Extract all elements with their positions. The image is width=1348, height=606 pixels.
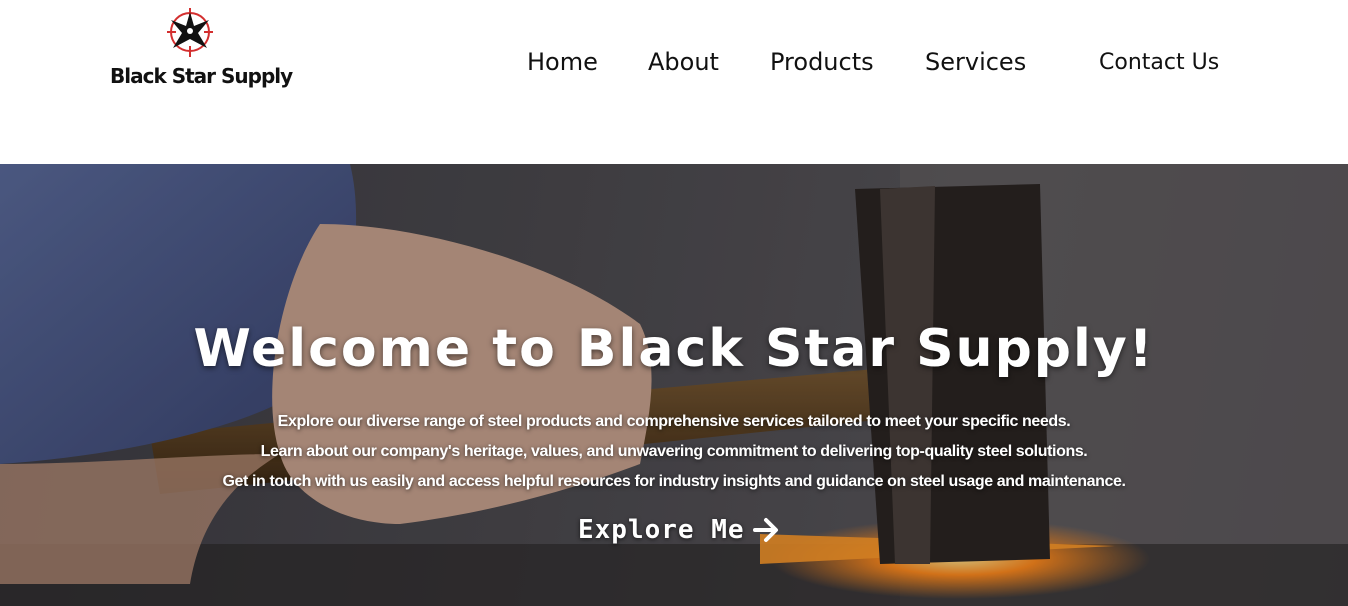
hero-banner: Welcome to Black Star Supply! Explore ou…: [0, 164, 1348, 606]
arrow-right-icon: [752, 518, 778, 542]
hero-description: Explore our diverse range of steel produ…: [0, 407, 1348, 497]
hero-title: Welcome to Black Star Supply!: [193, 319, 1155, 379]
nav-about[interactable]: About: [648, 48, 719, 76]
site-header: Black Star Supply Home About Products Se…: [0, 0, 1348, 164]
main-nav: Home About Products Services Contact Us: [0, 0, 1348, 130]
explore-me-label: Explore Me: [578, 515, 745, 545]
hero-line: Get in touch with us easily and access h…: [222, 473, 1126, 490]
nav-products[interactable]: Products: [770, 48, 874, 76]
hero-line: Learn about our company's heritage, valu…: [260, 443, 1088, 460]
explore-me-button[interactable]: Explore Me: [578, 510, 781, 550]
nav-contact-us[interactable]: Contact Us: [1099, 50, 1219, 75]
hero-line: Explore our diverse range of steel produ…: [277, 413, 1071, 430]
nav-home[interactable]: Home: [527, 48, 598, 76]
nav-services[interactable]: Services: [925, 48, 1026, 76]
